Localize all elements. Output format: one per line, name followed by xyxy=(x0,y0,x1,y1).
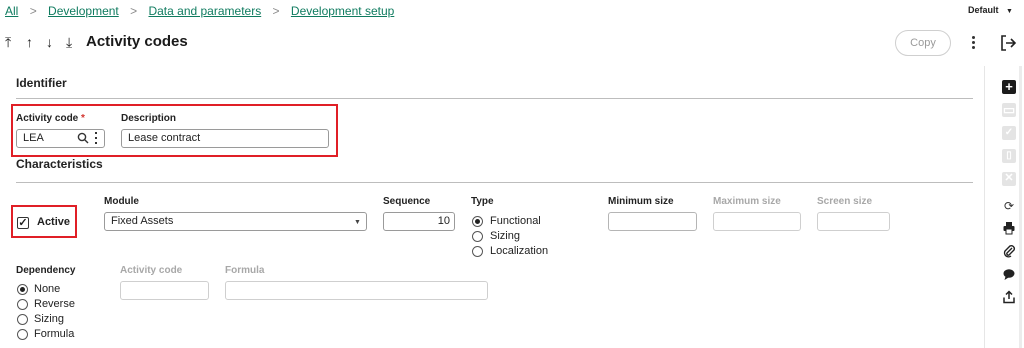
minimum-size-label: Minimum size xyxy=(608,196,674,207)
profile-selector[interactable]: Default ▼ xyxy=(968,5,1013,15)
chevron-down-icon: ▼ xyxy=(1006,8,1013,15)
more-options-icon[interactable] xyxy=(969,35,979,51)
type-option-sizing: Sizing xyxy=(490,230,520,242)
dependency-activity-code-label: Activity code xyxy=(120,265,183,276)
print-icon[interactable] xyxy=(1001,221,1017,237)
breadcrumb: All > Development > Data and parameters … xyxy=(5,4,394,18)
activity-code-field[interactable]: LEA xyxy=(16,129,105,148)
dependency-option-none: None xyxy=(34,283,61,295)
dependency-option-formula: Formula xyxy=(34,328,75,340)
maximum-size-label: Maximum size xyxy=(713,196,781,207)
chevron-down-icon: ▼ xyxy=(354,219,361,226)
breadcrumb-all[interactable]: All xyxy=(5,4,18,18)
activity-code-label: Activity code * xyxy=(16,113,85,124)
dependency-option-sizing: Sizing xyxy=(34,313,64,325)
dependency-activity-code-field xyxy=(120,281,209,300)
dependency-radio-reverse[interactable] xyxy=(17,299,28,310)
minimum-size-field[interactable] xyxy=(608,212,697,231)
type-radio-functional[interactable] xyxy=(472,216,483,227)
breadcrumb-development-setup[interactable]: Development setup xyxy=(291,4,394,18)
type-option-functional: Functional xyxy=(490,215,541,227)
profile-label: Default xyxy=(968,5,999,15)
refresh-icon[interactable]: ⟳ xyxy=(1001,198,1017,214)
characteristics-divider xyxy=(16,182,973,183)
activity-code-value: LEA xyxy=(23,132,44,144)
type-radio-sizing[interactable] xyxy=(472,231,483,242)
breadcrumb-separator: > xyxy=(130,4,138,18)
description-label: Description xyxy=(121,113,177,124)
sequence-value: 10 xyxy=(437,215,450,227)
identifier-divider xyxy=(16,98,973,99)
previous-icon[interactable]: ↑ xyxy=(26,34,33,50)
breadcrumb-development[interactable]: Development xyxy=(48,4,119,18)
module-label: Module xyxy=(104,196,139,207)
breadcrumb-data-and-parameters[interactable]: Data and parameters xyxy=(148,4,261,18)
formula-label: Formula xyxy=(225,265,265,276)
dependency-radio-sizing[interactable] xyxy=(17,314,28,325)
export-icon[interactable] xyxy=(1001,290,1017,306)
identifier-section-title: Identifier xyxy=(16,76,67,90)
field-options-icon[interactable] xyxy=(94,132,98,145)
search-icon[interactable] xyxy=(77,132,89,144)
dependency-radio-formula[interactable] xyxy=(17,329,28,340)
dependency-option-reverse: Reverse xyxy=(34,298,75,310)
sequence-label: Sequence xyxy=(383,196,431,207)
maximum-size-field xyxy=(713,212,801,231)
add-icon[interactable]: + xyxy=(1002,80,1016,94)
comment-icon[interactable] xyxy=(1001,267,1017,283)
sequence-field[interactable]: 10 xyxy=(383,212,455,231)
breadcrumb-separator: > xyxy=(29,4,37,18)
formula-field xyxy=(225,281,488,300)
module-value: Fixed Assets xyxy=(111,215,174,227)
dependency-label: Dependency xyxy=(16,265,76,276)
screen-size-field xyxy=(817,212,890,231)
module-select[interactable]: Fixed Assets xyxy=(104,212,367,231)
next-icon[interactable]: ↓ xyxy=(46,34,53,50)
description-field[interactable]: Lease contract xyxy=(121,129,329,148)
dependency-radio-none[interactable] xyxy=(17,284,28,295)
type-label: Type xyxy=(471,196,494,207)
breadcrumb-separator: > xyxy=(272,4,280,18)
save-icon: ▭ xyxy=(1002,102,1016,117)
last-icon[interactable]: ⤓ xyxy=(66,34,72,51)
copy-button[interactable]: Copy xyxy=(895,30,951,56)
required-marker: * xyxy=(81,113,85,124)
scroll-track xyxy=(1019,66,1022,348)
first-icon[interactable]: ⤒ xyxy=(5,34,11,51)
check-icon: ✓ xyxy=(1002,126,1016,140)
active-checkbox[interactable]: ✓ xyxy=(17,217,29,229)
close-icon: ✕ xyxy=(1002,172,1016,186)
type-option-localization: Localization xyxy=(490,245,549,257)
description-value: Lease contract xyxy=(128,132,201,144)
delete-icon: ▯ xyxy=(1002,149,1016,163)
active-label: Active xyxy=(37,216,71,228)
type-radio-localization[interactable] xyxy=(472,246,483,257)
page-title: Activity codes xyxy=(86,33,188,50)
exit-icon[interactable] xyxy=(999,34,1017,52)
screen-size-label: Screen size xyxy=(817,196,873,207)
characteristics-section-title: Characteristics xyxy=(16,157,103,171)
content-divider xyxy=(984,66,985,348)
attachment-icon[interactable] xyxy=(1001,244,1017,260)
